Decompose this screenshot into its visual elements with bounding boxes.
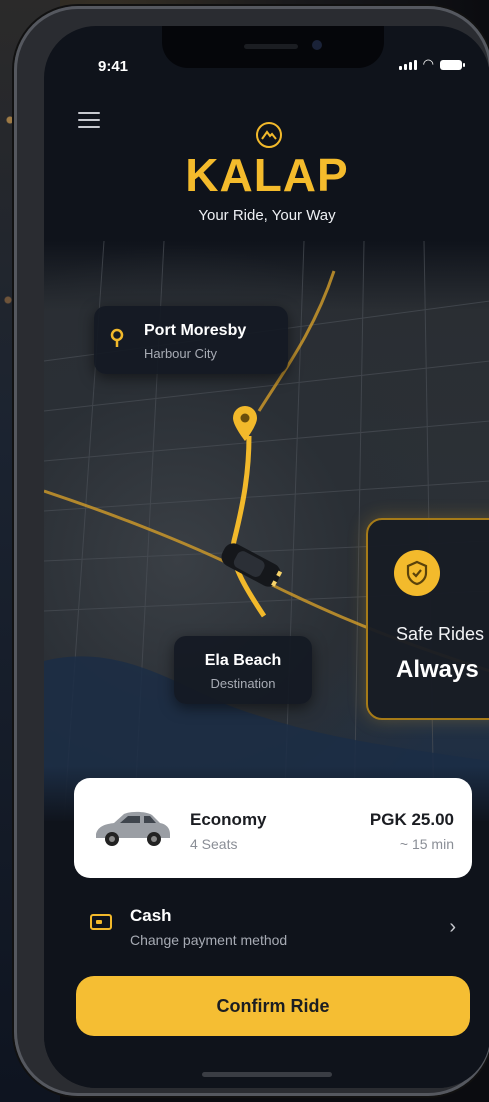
origin-subtitle: Harbour City: [144, 346, 217, 361]
signal-icon: [398, 60, 417, 70]
brand-title: KALAP: [185, 149, 349, 201]
safe-rides-title: Safe Rides: [396, 624, 485, 644]
map-pin-icon: [232, 406, 258, 447]
ride-option-card[interactable]: Economy 4 Seats PGK 25.00 ~ 15 min: [74, 778, 472, 878]
shield-check-icon: [394, 550, 440, 596]
payment-method: Cash: [130, 906, 172, 925]
safe-rides-subtitle: Always: [396, 656, 479, 683]
logo-icon: [256, 122, 282, 148]
status-time: 9:41: [98, 58, 129, 75]
payment-hint: Change payment method: [130, 932, 288, 948]
ride-seats: 4 Seats: [190, 836, 238, 852]
status-icons: ◠: [398, 56, 465, 71]
confirm-ride-button[interactable]: Confirm Ride: [76, 976, 470, 1036]
destination-card[interactable]: Ela Beach Destination: [174, 636, 312, 704]
location-pin-icon: [110, 328, 124, 353]
safe-rides-badge: Safe Rides Always: [366, 518, 489, 720]
home-indicator: [202, 1072, 332, 1077]
chevron-right-icon: ›: [449, 916, 456, 938]
wifi-icon: ◠: [422, 56, 434, 71]
destination-subtitle: Destination: [210, 676, 276, 691]
origin-title: Port Moresby: [144, 322, 247, 339]
notch: [162, 26, 384, 68]
origin-card[interactable]: Port Moresby Harbour City: [94, 306, 288, 374]
brand-tagline: Your Ride, Your Way: [198, 207, 336, 224]
payment-method-row[interactable]: Cash Change payment method ›: [74, 898, 472, 954]
ride-price: PGK 25.00: [369, 810, 454, 829]
ride-eta: ~ 15 min: [399, 836, 454, 852]
destination-title: Ela Beach: [204, 652, 282, 669]
battery-icon: [440, 60, 465, 70]
ride-name: Economy: [190, 810, 267, 829]
car-icon: [90, 804, 174, 857]
car-icon: [214, 541, 288, 594]
cash-icon: [90, 914, 112, 930]
menu-icon[interactable]: [78, 112, 100, 133]
